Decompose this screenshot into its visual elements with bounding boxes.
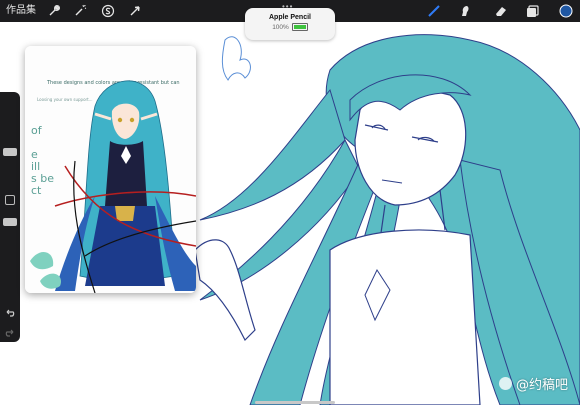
selection-s-icon[interactable] <box>100 3 116 19</box>
popup-title: Apple Pencil <box>268 14 311 21</box>
apple-pencil-popup: Apple Pencil 100% <box>245 8 335 40</box>
body-outline <box>329 229 481 405</box>
left-sidebar <box>0 92 20 342</box>
color-swatch[interactable] <box>558 3 574 19</box>
home-indicator <box>255 401 335 404</box>
magic-wand-icon[interactable] <box>72 3 88 19</box>
battery-status: 100% <box>245 23 335 31</box>
handwriting-line: of <box>31 124 43 137</box>
gallery-button[interactable]: 作品集 <box>6 3 36 19</box>
wrench-icon[interactable] <box>46 3 62 19</box>
modify-square-icon[interactable] <box>5 195 15 205</box>
redo-icon[interactable] <box>5 328 15 338</box>
undo-icon[interactable] <box>5 308 15 318</box>
battery-icon <box>291 23 308 31</box>
transform-arrow-icon[interactable] <box>127 3 143 19</box>
eraser-icon[interactable] <box>493 3 509 19</box>
watermark: @约稿吧 <box>498 374 568 393</box>
watermark-text: @约稿吧 <box>515 378 568 393</box>
reference-artwork: These designs and colors are water resis… <box>25 46 196 293</box>
handwriting-line: Loosing your own support... <box>37 97 93 102</box>
layers-icon[interactable] <box>525 3 541 19</box>
opacity-slider[interactable] <box>3 218 17 226</box>
watermark-logo-icon <box>498 377 512 390</box>
brush-size-slider[interactable] <box>3 148 17 156</box>
handwriting-line: ct <box>31 184 42 197</box>
reference-window[interactable]: These designs and colors are water resis… <box>25 46 196 293</box>
smudge-icon[interactable] <box>457 3 473 19</box>
battery-percent: 100% <box>272 23 289 31</box>
brush-icon[interactable] <box>426 3 442 19</box>
